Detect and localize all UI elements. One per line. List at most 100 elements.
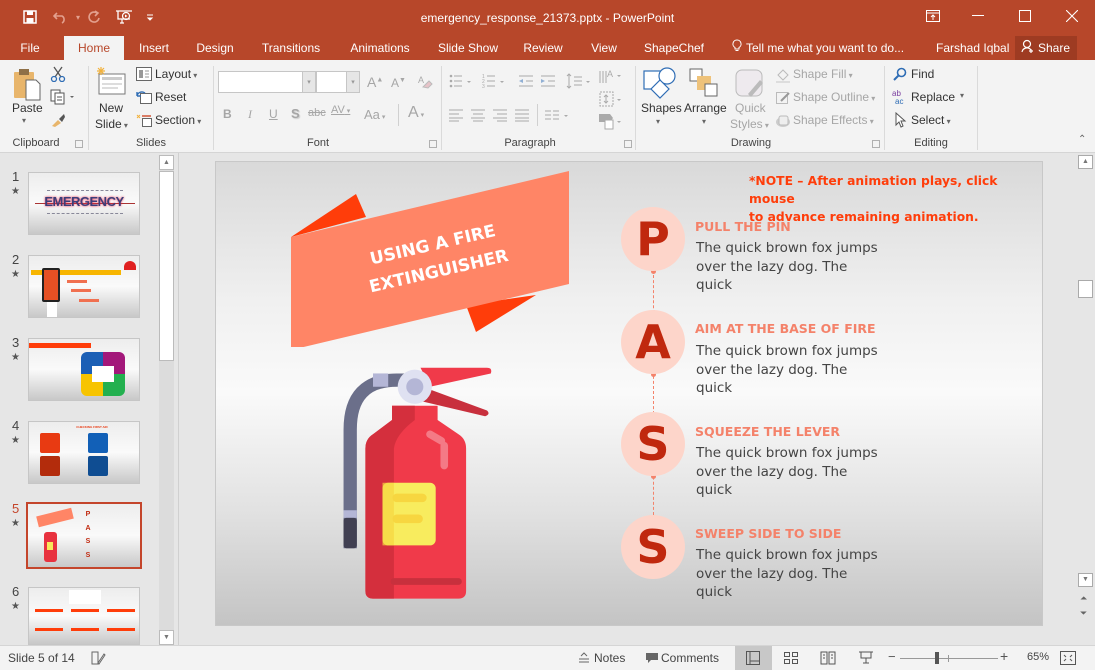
paste-dropdown-icon[interactable]: ▾ [22, 116, 26, 125]
zoom-in-button[interactable]: + [1000, 648, 1008, 664]
slide-sorter-icon[interactable] [783, 651, 799, 665]
share-button[interactable]: Share [1015, 36, 1077, 60]
thumbnail-scrollbar[interactable]: ▲ ▼ [159, 155, 174, 645]
zoom-slider-track[interactable] [900, 658, 998, 659]
tab-home[interactable]: Home [64, 36, 124, 60]
shape-effects-button[interactable]: Shape Effects ▾ [793, 113, 874, 127]
arrange-dropdown-icon[interactable]: ▾ [702, 117, 706, 126]
new-slide-button[interactable]: Slide ▾ [95, 117, 128, 131]
replace-dropdown-icon[interactable]: ▾ [960, 91, 964, 100]
maximize-button[interactable] [1010, 6, 1040, 26]
shape-fill-button[interactable]: Shape Fill ▾ [793, 67, 853, 81]
notes-button[interactable]: Notes [594, 651, 625, 665]
zoom-level[interactable]: 65% [1027, 651, 1049, 663]
change-case-button[interactable]: Aa ▾ [364, 107, 385, 122]
tab-view[interactable]: View [584, 36, 624, 60]
columns-icon[interactable] [544, 108, 570, 122]
numbering-icon[interactable]: 123 [482, 73, 506, 89]
shapes-icon[interactable] [643, 66, 677, 100]
zoom-slider-thumb[interactable] [935, 652, 940, 664]
paste-button[interactable]: Paste [12, 101, 43, 115]
format-painter-icon[interactable] [50, 112, 66, 128]
character-spacing-button[interactable]: AV ▾ [331, 104, 350, 116]
zoom-out-button[interactable]: − [888, 649, 896, 664]
decrease-indent-icon[interactable] [518, 73, 534, 89]
align-left-icon[interactable] [448, 108, 464, 122]
text-shadow-button[interactable]: S [291, 106, 300, 121]
section-button[interactable]: Section ▾ [155, 113, 201, 127]
arrange-button[interactable]: Arrange [684, 101, 727, 115]
slide-thumbnail-4[interactable]: CHECKING FIRST AID [28, 421, 140, 484]
tab-insert[interactable]: Insert [128, 36, 180, 60]
paragraph-dialog-launcher[interactable] [624, 140, 632, 148]
slide-thumbnail-5-selected[interactable]: PASS [26, 502, 142, 569]
scroll-down-button[interactable]: ▼ [159, 630, 174, 645]
close-button[interactable] [1057, 6, 1087, 26]
tell-me-search[interactable]: Tell me what you want to do... [732, 36, 904, 60]
ribbon-display-options-button[interactable] [918, 6, 948, 26]
clear-formatting-icon[interactable]: A [416, 73, 434, 91]
font-dialog-launcher[interactable] [429, 140, 437, 148]
increase-font-size-icon[interactable]: A▲ [367, 74, 383, 90]
slide-thumbnail-3[interactable] [28, 338, 140, 401]
normal-view-button[interactable] [735, 646, 772, 670]
bold-button[interactable]: B [223, 107, 232, 121]
shape-outline-button[interactable]: Shape Outline ▾ [793, 90, 875, 104]
align-right-icon[interactable] [492, 108, 508, 122]
new-slide-label-1[interactable]: New [99, 101, 123, 115]
increase-indent-icon[interactable] [540, 73, 556, 89]
font-name-dropdown[interactable]: ▾ [302, 71, 316, 93]
smartart-icon[interactable] [598, 112, 624, 130]
font-color-button[interactable]: A ▾ [408, 104, 424, 122]
reading-view-icon[interactable] [820, 651, 836, 665]
font-size-dropdown[interactable]: ▾ [346, 71, 360, 93]
tab-shapechef[interactable]: ShapeChef [638, 36, 710, 60]
collapse-ribbon-icon[interactable]: ⌃ [1078, 134, 1086, 145]
align-text-icon[interactable] [598, 90, 624, 108]
cut-icon[interactable] [50, 66, 66, 82]
next-slide-icon[interactable]: ⏷ [1080, 608, 1087, 619]
text-direction-icon[interactable]: A [598, 67, 624, 85]
scroll-up-button[interactable]: ▲ [1078, 155, 1093, 169]
slide-canvas[interactable]: USING A FIRE EXTINGUISHER *NOTE – After … [215, 161, 1043, 626]
shapes-dropdown-icon[interactable]: ▾ [656, 117, 660, 126]
font-name-input[interactable] [218, 71, 305, 93]
strikethrough-button[interactable]: abc [308, 107, 326, 119]
align-center-icon[interactable] [470, 108, 486, 122]
quick-styles-label-1[interactable]: Quick [735, 101, 766, 115]
slide-vertical-scrollbar[interactable]: ▲ ▼ ⏶ ⏷ [1077, 153, 1095, 645]
quick-styles-button[interactable]: Styles ▾ [730, 117, 769, 131]
replace-button[interactable]: Replace [911, 90, 955, 104]
bullets-icon[interactable] [449, 73, 473, 89]
drawing-dialog-launcher[interactable] [872, 140, 880, 148]
justify-icon[interactable] [514, 108, 530, 122]
underline-button[interactable]: U [269, 107, 278, 121]
find-button[interactable]: Find [911, 67, 934, 81]
line-spacing-icon[interactable] [566, 73, 592, 89]
layout-button[interactable]: Layout ▾ [155, 67, 197, 81]
italic-button[interactable]: I [248, 107, 252, 122]
tab-transitions[interactable]: Transitions [254, 36, 328, 60]
paste-icon[interactable] [12, 68, 42, 102]
minimize-button[interactable] [963, 6, 993, 26]
slide-thumbnail-6[interactable] [28, 587, 140, 645]
shapes-button[interactable]: Shapes [641, 101, 682, 115]
fit-slide-to-window-icon[interactable] [1060, 651, 1076, 665]
decrease-font-size-icon[interactable]: A▼ [391, 76, 406, 90]
slide-show-icon[interactable] [858, 651, 874, 665]
slide-thumbnail-2[interactable] [28, 255, 140, 318]
scroll-thumb[interactable] [1078, 280, 1093, 298]
new-slide-icon[interactable] [96, 66, 128, 98]
scroll-up-button[interactable]: ▲ [159, 155, 174, 170]
spell-check-icon[interactable] [90, 650, 106, 666]
reset-button[interactable]: Reset [155, 90, 186, 104]
user-name[interactable]: Farshad Iqbal [936, 36, 1009, 60]
select-button[interactable]: Select ▾ [911, 113, 951, 127]
tab-file[interactable]: File [8, 36, 52, 60]
clipboard-dialog-launcher[interactable] [75, 140, 83, 148]
tab-review[interactable]: Review [516, 36, 570, 60]
quick-styles-icon[interactable] [734, 68, 766, 100]
tab-slide-show[interactable]: Slide Show [432, 36, 504, 60]
comments-button[interactable]: Comments [661, 651, 719, 665]
slide-thumbnail-1[interactable]: EMERGENCY [28, 172, 140, 235]
